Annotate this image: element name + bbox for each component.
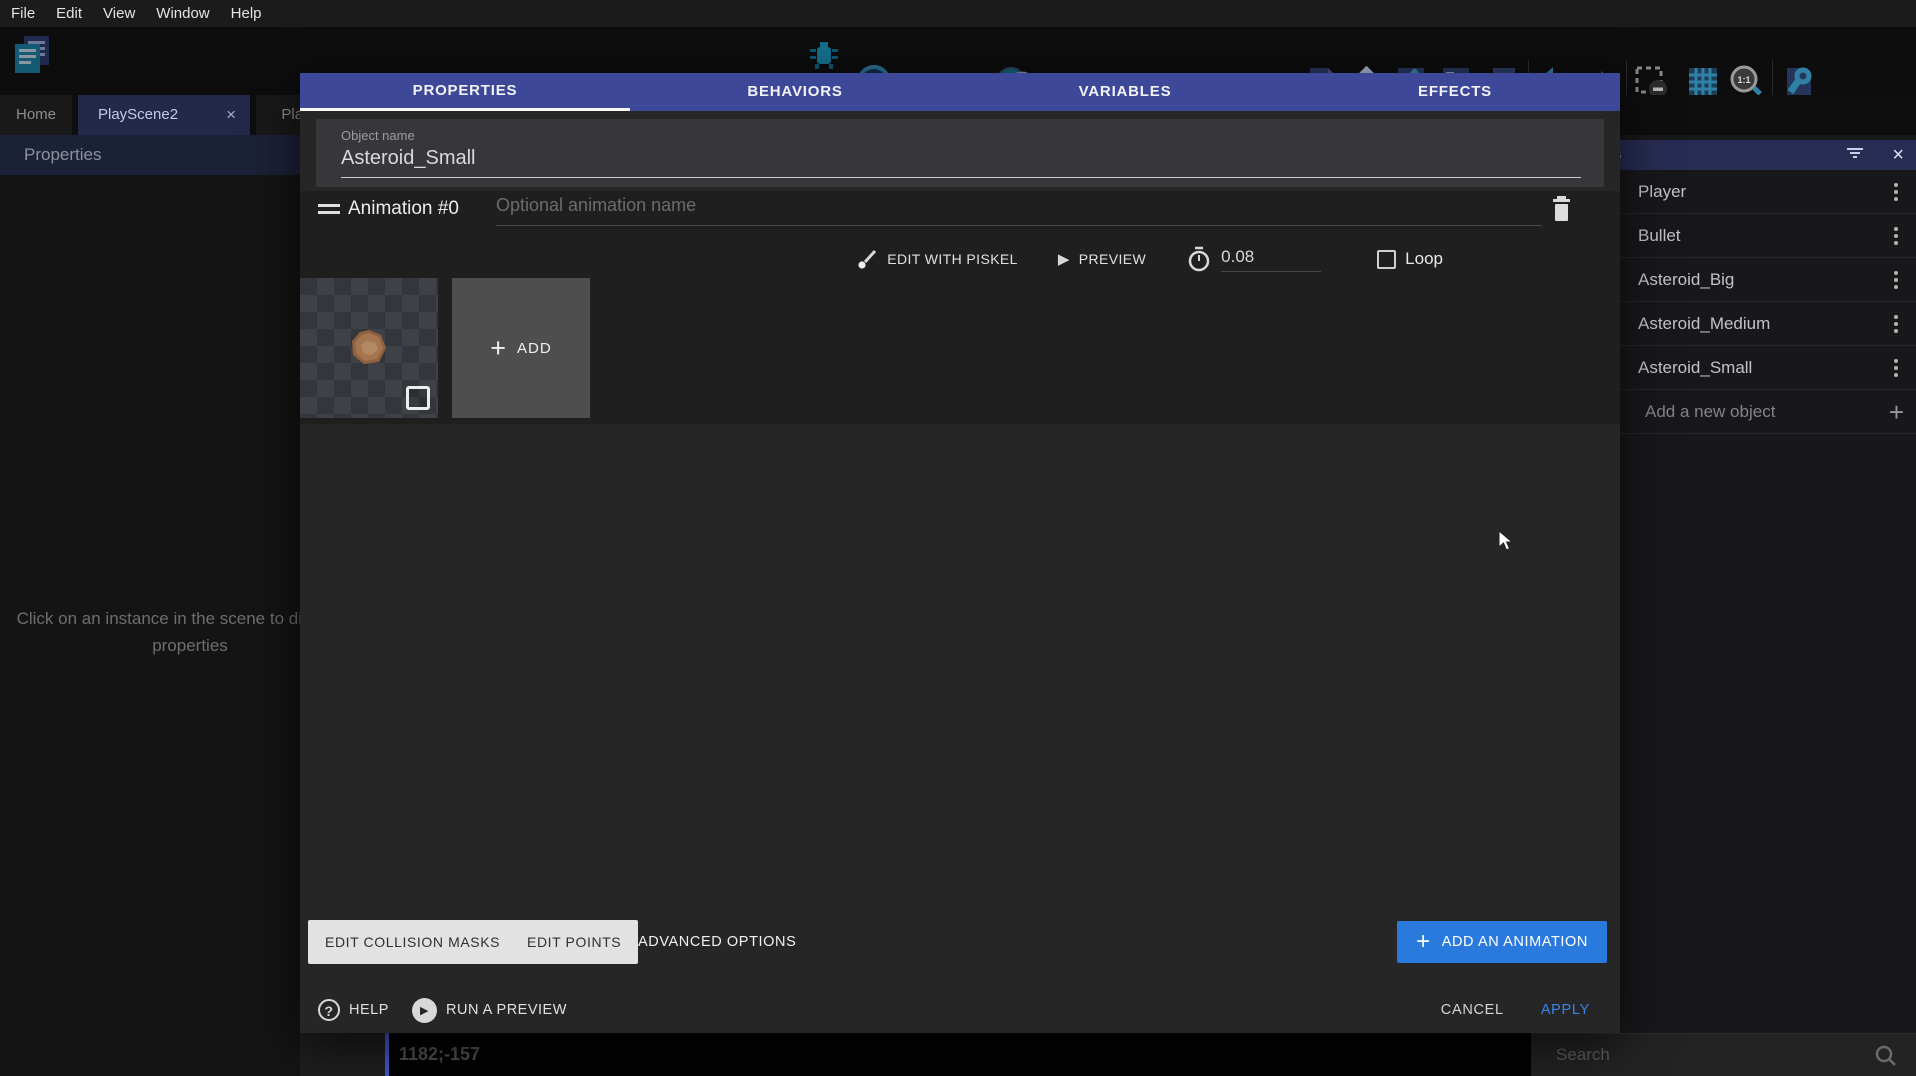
scene-statusbar: 1182;-157 [389,1033,1531,1076]
cursor-coordinates: 1182;-157 [399,1044,480,1064]
add-new-object-label: Add a new object [1645,402,1775,422]
mouse-cursor [1498,530,1518,557]
animation-section: Animation #0 EDIT WITH PISKEL PREVIEW [300,191,1620,424]
tab-playscene2-label: PlayScene2 [98,106,178,123]
add-new-object-row[interactable]: Add a new object [1620,390,1916,434]
menu-item-edit[interactable]: Edit [56,5,82,22]
run-preview-label: RUN A PREVIEW [446,1002,567,1018]
tab-effects[interactable]: EFFECTS [1290,73,1620,111]
brush-icon [856,248,878,270]
tab-home[interactable]: Home [0,95,72,135]
object-name-section: Object name [316,119,1604,187]
menu-bar: File Edit View Window Help [0,0,1916,27]
animation-controls-row: EDIT WITH PISKEL PREVIEW Loop [856,241,1443,277]
edit-with-piskel-button[interactable]: EDIT WITH PISKEL [856,248,1018,270]
cancel-button[interactable]: CANCEL [1441,1002,1504,1018]
object-name-input[interactable] [341,147,1581,178]
object-row-asteroid-medium[interactable]: Asteroid_Medium [1620,302,1916,346]
add-animation-button[interactable]: ADD AN ANIMATION [1397,921,1607,963]
menu-item-view[interactable]: View [103,5,135,22]
gdevelop-window: File Edit View Window Help PREVIEW PUBLI… [0,0,1916,1076]
kebab-menu-icon[interactable] [1894,234,1898,238]
dialog-footer: HELP RUN A PREVIEW CANCEL APPLY [300,990,1620,1030]
edit-with-piskel-label: EDIT WITH PISKEL [887,251,1018,267]
properties-panel-header: Properties [0,135,300,175]
stopwatch-icon [1186,246,1212,272]
menu-item-help[interactable]: Help [231,5,262,22]
loop-toggle[interactable]: Loop [1377,249,1443,269]
tab-behaviors[interactable]: BEHAVIORS [630,73,960,111]
help-label: HELP [349,1002,389,1018]
project-manager-icon[interactable] [10,31,52,77]
preview-animation-label: PREVIEW [1079,251,1146,267]
object-row-bullet[interactable]: Bullet [1620,214,1916,258]
close-tab-icon[interactable] [226,95,236,135]
tab-properties[interactable]: PROPERTIES [300,73,630,111]
help-icon [318,999,340,1021]
object-name: Bullet [1638,226,1681,246]
plus-icon [1889,390,1904,434]
edit-collision-masks-button[interactable]: EDIT COLLISION MASKS [308,920,517,964]
preview-animation-button[interactable]: PREVIEW [1058,250,1146,268]
delete-animation-icon[interactable] [1550,195,1576,223]
animation-title: Animation #0 [348,198,459,220]
kebab-menu-icon[interactable] [1894,322,1898,326]
frame-duration-input[interactable] [1221,247,1321,272]
plus-icon [490,333,506,364]
statusbar-spacer [300,1033,389,1076]
edit-points-button[interactable]: EDIT POINTS [510,920,638,964]
filter-icon[interactable] [1846,148,1864,162]
debug-icon[interactable] [806,37,842,73]
dialog-tab-bar: PROPERTIES BEHAVIORS VARIABLES EFFECTS [300,73,1620,111]
loop-checkbox[interactable] [1377,250,1396,269]
object-row-player[interactable]: Player [1620,170,1916,214]
object-name: Asteroid_Big [1638,270,1734,290]
play-circle-icon [412,998,437,1023]
dialog-actions: CANCEL APPLY [1441,990,1590,1030]
objects-list: Player Bullet Asteroid_Big Asteroid_Medi… [1620,170,1916,434]
run-preview-button[interactable]: RUN A PREVIEW [412,990,567,1030]
kebab-menu-icon[interactable] [1894,190,1898,194]
search-input[interactable] [1556,1034,1856,1076]
statusbar-accent-line [385,1033,389,1076]
frame-duration-field [1186,246,1321,272]
object-name: Asteroid_Medium [1638,314,1770,334]
zoom-ratio-text: 1:1 [1737,75,1750,85]
add-animation-label: ADD AN ANIMATION [1442,934,1588,950]
apply-button[interactable]: APPLY [1541,1002,1590,1018]
tab-variables[interactable]: VARIABLES [960,73,1290,111]
close-panel-icon[interactable] [1892,140,1904,170]
advanced-options-button[interactable]: ADVANCED OPTIONS [630,920,804,964]
object-editor-dialog: PROPERTIES BEHAVIORS VARIABLES EFFECTS O… [300,73,1620,1033]
kebab-menu-icon[interactable] [1894,366,1898,370]
object-row-asteroid-big[interactable]: Asteroid_Big [1620,258,1916,302]
object-row-asteroid-small[interactable]: Asteroid_Small [1620,346,1916,390]
add-frame-button[interactable]: ADD [452,278,590,418]
search-bar [1531,1033,1916,1076]
menu-item-file[interactable]: File [11,5,35,22]
drag-handle-icon[interactable] [318,204,340,216]
menu-item-window[interactable]: Window [156,5,209,22]
loop-label: Loop [1405,249,1443,269]
object-name: Asteroid_Small [1638,358,1752,378]
frame-select-checkbox[interactable] [406,386,430,410]
object-name: Player [1638,182,1686,202]
search-icon[interactable] [1874,1044,1898,1073]
asteroid-sprite [346,326,392,370]
play-icon [1058,250,1070,268]
tab-playscene2[interactable]: PlayScene2 [78,95,250,135]
kebab-menu-icon[interactable] [1894,278,1898,282]
add-frame-label: ADD [517,340,552,357]
plus-icon [1416,928,1431,956]
animation-frame-thumbnail[interactable] [300,278,438,418]
help-button[interactable]: HELP [318,990,389,1030]
object-name-label: Object name [341,128,415,143]
animation-name-input[interactable] [496,195,1542,226]
